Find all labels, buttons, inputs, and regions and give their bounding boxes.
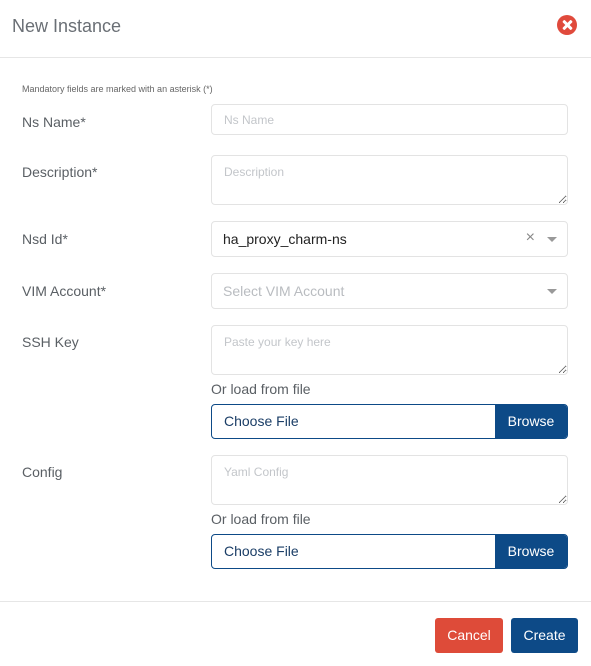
cancel-button[interactable]: Cancel [435,618,503,653]
close-circle-icon[interactable] [557,15,577,35]
create-button[interactable]: Create [511,618,578,653]
choose-file-text: Choose File [224,413,299,429]
vim-account-label: VIM Account* [22,283,107,299]
ssh-key-textarea[interactable] [211,325,568,375]
mandatory-note: Mandatory fields are marked with an aste… [22,84,213,94]
ssh-key-file-input[interactable]: Choose File Browse [211,404,568,439]
vim-account-select[interactable]: Select VIM Account [211,273,568,309]
browse-button[interactable]: Browse [495,405,567,438]
nsd-id-select[interactable]: ha_proxy_charm-ns × [211,221,568,257]
chevron-down-icon[interactable] [547,237,557,242]
choose-file-text: Choose File [224,543,299,559]
nsd-id-label: Nsd Id* [22,231,68,247]
config-label: Config [22,464,63,480]
nsd-id-value: ha_proxy_charm-ns [223,231,347,247]
vim-account-placeholder: Select VIM Account [223,283,345,299]
clear-icon[interactable]: × [526,229,535,247]
config-textarea[interactable] [211,455,568,505]
dialog-title: New Instance [12,16,122,36]
description-label: Description* [22,164,98,180]
ssh-key-or-load-label: Or load from file [211,381,311,397]
ssh-key-label: SSH Key [22,334,79,350]
description-textarea[interactable] [211,155,568,205]
ns-name-input[interactable] [211,104,568,135]
ns-name-label: Ns Name* [22,114,86,130]
config-or-load-label: Or load from file [211,511,311,527]
config-file-input[interactable]: Choose File Browse [211,534,568,569]
browse-button[interactable]: Browse [495,535,567,568]
dialog-header: New Instance [0,0,591,58]
footer-divider [0,601,591,602]
chevron-down-icon[interactable] [547,289,557,294]
